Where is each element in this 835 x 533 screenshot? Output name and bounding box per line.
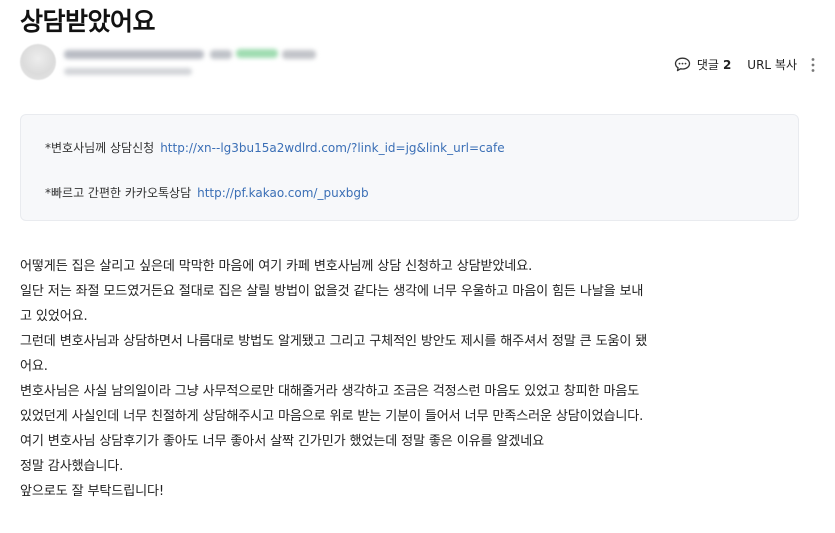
body-line: 그런데 변호사님과 상담하면서 나름대로 방법도 알게됐고 그리고 구체적인 방… [20,334,648,349]
kakao-link[interactable]: http://pf.kakao.com/_puxbgb [197,186,369,200]
body-line: 어요. [20,359,48,374]
info-line-consult: *변호사님께 상담신청 http://xn--lg3bu15a2wdlrd.com… [45,139,505,156]
body-line: 어떻게든 집은 살리고 싶은데 막막한 마음에 여기 카페 변호사님께 상담 신… [20,259,533,274]
info-kakao-label: *빠르고 간편한 카카오톡상담 [45,186,192,200]
body-line: 여기 변호사님 상담후기가 좋아도 너무 좋아서 살짝 긴가민가 했었는데 정말… [20,434,544,449]
more-options-icon[interactable] [811,57,815,73]
post-meta-blurred [64,68,192,75]
body-line: 있었던게 사실인데 너무 친절하게 상담해주시고 마음으로 위로 받는 기분이 … [20,409,644,424]
info-line-kakao: *빠르고 간편한 카카오톡상담 http://pf.kakao.com/_puxb… [45,184,369,201]
body-line: 정말 감사했습니다. [20,459,124,474]
post-body: 어떻게든 집은 살리고 싶은데 막막한 마음에 여기 카페 변호사님께 상담 신… [20,254,820,504]
comment-icon[interactable] [674,57,691,72]
post-title: 상담받았어요 [20,7,156,36]
author-level-blurred [236,49,278,58]
author-badge-blurred [210,50,232,59]
body-line: 앞으로도 잘 부탁드립니다! [20,484,164,499]
body-line: 고 있었어요. [20,309,88,324]
post-actions: 댓글 2 URL 복사 [674,56,815,73]
body-line: 일단 저는 좌절 모드였거든요 절대로 집은 살릴 방법이 없을것 같다는 생각… [20,284,644,299]
reply-label[interactable]: 댓글 [697,56,719,73]
avatar[interactable] [20,44,56,80]
url-copy-button[interactable]: URL 복사 [747,56,797,73]
info-box: *변호사님께 상담신청 http://xn--lg3bu15a2wdlrd.com… [20,114,799,221]
chat-link-blurred[interactable] [282,50,316,59]
reply-count[interactable]: 2 [723,58,731,72]
author-name-blurred[interactable] [64,50,204,59]
body-line: 변호사님은 사실 남의일이라 그냥 사무적으로만 대해줄거라 생각하고 조금은 … [20,384,640,399]
info-consult-label: *변호사님께 상담신청 [45,141,155,155]
consult-link[interactable]: http://xn--lg3bu15a2wdlrd.com/?link_id=j… [160,141,504,155]
author-row: 댓글 2 URL 복사 [20,44,815,84]
